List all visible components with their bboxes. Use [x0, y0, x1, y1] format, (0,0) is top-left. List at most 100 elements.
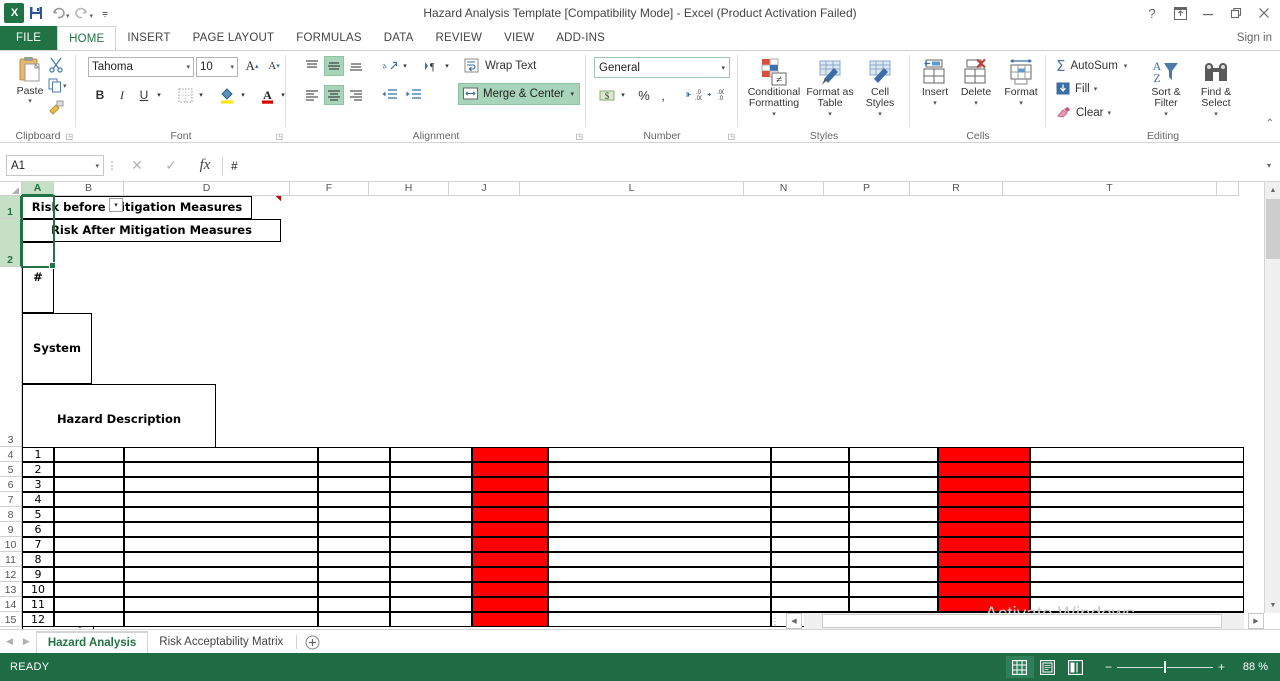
paste-button[interactable]: Paste ▾ [8, 55, 52, 105]
blank-cell[interactable] [771, 462, 849, 477]
tab-data[interactable]: DATA [373, 26, 425, 50]
group-header-after-mitigation[interactable]: Risk After Mitigation Measures [22, 196, 281, 242]
tab-home[interactable]: HOME [57, 26, 117, 50]
tab-formulas[interactable]: FORMULAS [285, 26, 373, 50]
insert-cells-button[interactable]: Insert ▾ [914, 55, 956, 109]
blank-row-number-cell[interactable]: 1 [22, 447, 54, 462]
scroll-down-icon[interactable]: ▼ [1265, 597, 1280, 613]
number-dialog-launcher[interactable]: ◳ [727, 132, 735, 141]
blank-cell[interactable] [124, 567, 318, 582]
blank-cell[interactable] [54, 522, 124, 537]
name-box[interactable]: A1 ▾ [6, 155, 104, 176]
zoom-level-label[interactable]: 88 % [1230, 661, 1280, 673]
row-header-4[interactable]: 4 [0, 447, 22, 462]
blank-risk-hazard-index-cell[interactable] [938, 552, 1030, 567]
blank-cell[interactable] [318, 477, 390, 492]
column-header-partial[interactable] [1217, 182, 1239, 196]
blank-cell[interactable] [849, 462, 938, 477]
number-format-dropdown-icon[interactable]: ▾ [721, 64, 725, 72]
column-header-a[interactable]: A [22, 182, 54, 196]
row-header-9[interactable]: 9 [0, 522, 22, 537]
autofilter-dropdown-button[interactable]: ▾ [109, 198, 123, 212]
page-layout-view-icon[interactable] [1034, 656, 1062, 678]
font-dialog-launcher[interactable]: ◳ [275, 132, 283, 141]
column-header-t[interactable]: T [1003, 182, 1217, 196]
blank-cell[interactable] [54, 582, 124, 597]
blank-cell[interactable] [849, 567, 938, 582]
horizontal-scrollbar-track[interactable] [804, 613, 1244, 629]
increase-font-size-button[interactable]: A ▴ [242, 56, 262, 76]
blank-row-number-cell[interactable]: 2 [22, 462, 54, 477]
blank-cell[interactable] [124, 522, 318, 537]
confirm-entry-icon[interactable]: ✓ [154, 155, 188, 177]
blank-cell[interactable] [124, 582, 318, 597]
align-left-button[interactable] [302, 85, 322, 105]
font-name-dropdown-icon[interactable]: ▾ [186, 63, 190, 71]
blank-cell[interactable] [771, 477, 849, 492]
blank-cell[interactable] [771, 492, 849, 507]
merge-center-dropdown-icon[interactable]: ▾ [570, 90, 579, 98]
blank-cell[interactable] [54, 462, 124, 477]
fill-dropdown-icon[interactable]: ▾ [1090, 85, 1098, 93]
find-and-select-button[interactable]: Find & Select ▾ [1192, 55, 1240, 120]
text-direction-dropdown-icon[interactable]: ▾ [442, 60, 452, 72]
blank-cell[interactable] [849, 477, 938, 492]
blank-cell[interactable] [771, 447, 849, 462]
row-header-11[interactable]: 11 [0, 552, 22, 567]
blank-cell[interactable] [318, 597, 390, 612]
format-painter-button[interactable] [48, 100, 65, 115]
decrease-font-size-button[interactable]: A ▾ [264, 56, 284, 76]
blank-cell[interactable] [318, 552, 390, 567]
blank-cell[interactable] [771, 522, 849, 537]
fill-color-button[interactable] [216, 85, 238, 105]
cut-button[interactable] [48, 56, 65, 73]
blank-row-number-cell[interactable]: 11 [22, 597, 54, 612]
column-header-r[interactable]: R [910, 182, 1003, 196]
blank-cell[interactable] [318, 522, 390, 537]
blank-risk-hazard-index-cell[interactable] [938, 447, 1030, 462]
blank-cell[interactable] [849, 537, 938, 552]
group-header-before-mitigation[interactable]: Risk before Mitigation Measures [22, 196, 281, 219]
blank-cell[interactable] [54, 507, 124, 522]
blank-cell[interactable] [318, 447, 390, 462]
header-cell-system[interactable]: System [22, 313, 92, 384]
conditional-formatting-dropdown-icon[interactable]: ▾ [742, 109, 806, 120]
collapse-ribbon-icon[interactable]: ⌃ [1266, 118, 1274, 129]
increase-indent-button[interactable] [402, 85, 424, 105]
accounting-dropdown-icon[interactable]: ▾ [618, 89, 628, 101]
blank-cell[interactable] [390, 477, 472, 492]
blank-cell[interactable] [54, 492, 124, 507]
blank-risk-hazard-index-cell[interactable] [938, 507, 1030, 522]
blank-cell[interactable] [1030, 492, 1244, 507]
decrease-decimal-button[interactable]: .00.0 [704, 85, 726, 105]
blank-cell[interactable] [390, 462, 472, 477]
blank-cell[interactable] [548, 477, 771, 492]
format-dropdown-icon[interactable]: ▾ [998, 98, 1044, 109]
blank-cell[interactable] [1030, 552, 1244, 567]
zoom-out-button[interactable]: − [1100, 660, 1117, 674]
row-header-7[interactable]: 7 [0, 492, 22, 507]
blank-cell[interactable] [54, 447, 124, 462]
align-center-button[interactable] [324, 85, 344, 105]
blank-cell[interactable] [390, 597, 472, 612]
delete-dropdown-icon[interactable]: ▾ [954, 98, 998, 109]
scroll-left-icon[interactable]: ◀ [786, 613, 802, 629]
tab-addins[interactable]: ADD-INS [545, 26, 616, 50]
minimize-icon[interactable] [1194, 1, 1222, 25]
zoom-in-button[interactable]: + [1213, 660, 1230, 674]
blank-cell[interactable] [54, 552, 124, 567]
blank-cell[interactable] [849, 492, 938, 507]
blank-risk-hazard-index-cell[interactable] [472, 447, 548, 462]
bold-button[interactable]: B [90, 85, 110, 105]
blank-risk-hazard-index-cell[interactable] [472, 477, 548, 492]
close-icon[interactable] [1250, 1, 1278, 25]
header-cell-hazard-description[interactable]: Hazard Description [22, 384, 216, 455]
blank-cell[interactable] [390, 492, 472, 507]
blank-risk-hazard-index-cell[interactable] [472, 522, 548, 537]
find-select-dropdown-icon[interactable]: ▾ [1192, 109, 1240, 120]
conditional-formatting-button[interactable]: ≠ Conditional Formatting ▾ [742, 55, 806, 120]
blank-cell[interactable] [548, 447, 771, 462]
blank-row-number-cell[interactable]: 5 [22, 507, 54, 522]
insert-function-icon[interactable]: fx [188, 155, 222, 177]
number-format-select[interactable]: General ▾ [594, 57, 730, 78]
